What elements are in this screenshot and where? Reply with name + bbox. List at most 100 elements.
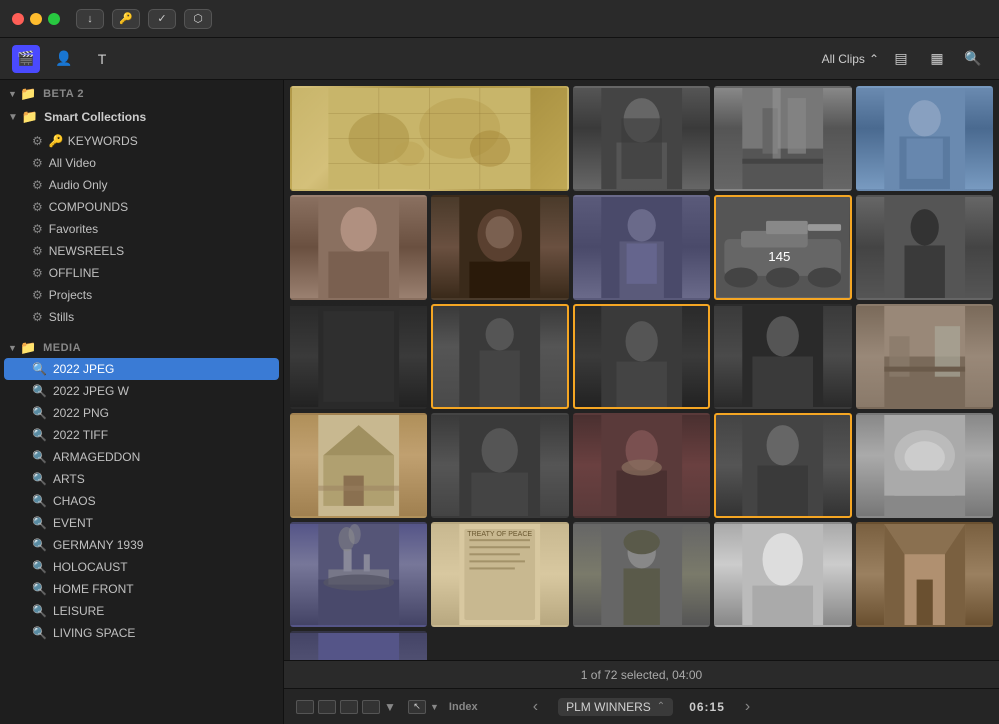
import-button[interactable]: ↓ (76, 9, 104, 29)
chaos-label: CHAOS (53, 494, 96, 508)
sidebar-item-stills[interactable]: ⚙ Stills (4, 306, 279, 328)
media-arrow-icon: ▼ (8, 343, 17, 353)
traffic-lights (12, 13, 60, 25)
thumbnail-building[interactable] (856, 413, 993, 518)
check-button[interactable]: ✓ (148, 9, 176, 29)
thumbnail-sea[interactable] (290, 631, 427, 660)
leisure-label: LEISURE (53, 604, 104, 618)
root-label: BETA 2 (43, 88, 84, 100)
sidebar-item-chaos[interactable]: 🔍 CHAOS (4, 490, 279, 512)
thumbnail-silhouette[interactable] (856, 195, 993, 300)
sidebar-item-all-video[interactable]: ⚙ All Video (4, 152, 279, 174)
nav-prev-button[interactable]: ‹ (529, 698, 542, 716)
close-button[interactable] (12, 13, 24, 25)
sidebar-item-living-space[interactable]: 🔍 LIVING SPACE (4, 622, 279, 644)
sidebar-item-armageddon[interactable]: 🔍 ARMAGEDDON (4, 446, 279, 468)
thumbnail-doc[interactable]: TREATY OF PEACE (431, 522, 568, 627)
film-icon[interactable]: 🎬 (12, 45, 40, 73)
all-video-label: All Video (49, 156, 96, 170)
search-icon: 🔍 (32, 516, 47, 530)
thumbnail-barn[interactable] (290, 413, 427, 518)
clip-selector-chevron: ⌃ (657, 701, 665, 712)
thumbnail-dark2[interactable] (573, 304, 710, 409)
sidebar-item-home-front[interactable]: 🔍 HOME FRONT (4, 578, 279, 600)
smart-collections-header[interactable]: ▼ 📁 Smart Collections (0, 104, 283, 130)
sidebar-item-keywords[interactable]: ⚙ 🔑 KEYWORDS (4, 130, 279, 152)
gear-icon: ⚙ (32, 288, 43, 302)
list-view-icon[interactable]: ▤ (887, 45, 915, 73)
toolbar-right: All Clips ⌃ ▤ ▦ 🔍 (822, 45, 987, 73)
audio-only-label: Audio Only (49, 178, 108, 192)
2022-jpeg-w-label: 2022 JPEG W (53, 384, 129, 398)
chevron-icon: ⌃ (869, 52, 879, 66)
key-button[interactable]: 🔑 (112, 9, 140, 29)
gear-icon: ⚙ (32, 310, 43, 324)
thumbnail-officer-blue[interactable] (856, 86, 993, 191)
sidebar-item-audio-only[interactable]: ⚙ Audio Only (4, 174, 279, 196)
thumbnail-tank[interactable]: 145 (714, 195, 851, 300)
view-btn-3[interactable] (340, 700, 358, 714)
beta2-section[interactable]: ▼ 📁 BETA 2 (0, 80, 283, 104)
share-button[interactable]: ⬡ (184, 9, 212, 29)
thumbnail-portrait2[interactable] (290, 195, 427, 300)
thumbnail-tudor[interactable] (573, 413, 710, 518)
content-area: 145 (284, 80, 999, 724)
dropdown-btn[interactable]: ▼ (384, 700, 398, 714)
thumbnail-portrait1[interactable] (573, 86, 710, 191)
sidebar-item-arts[interactable]: 🔍 ARTS (4, 468, 279, 490)
person-icon[interactable]: 👤 (50, 45, 78, 73)
search-icon[interactable]: 🔍 (959, 45, 987, 73)
sidebar-item-holocaust[interactable]: 🔍 HOLOCAUST (4, 556, 279, 578)
toolbar: 🎬 👤 T All Clips ⌃ ▤ ▦ 🔍 (0, 38, 999, 80)
view-btn-2[interactable] (318, 700, 336, 714)
thumbnail-officer3[interactable] (431, 304, 568, 409)
sidebar-item-2022-png[interactable]: 🔍 2022 PNG (4, 402, 279, 424)
germany-1939-label: GERMANY 1939 (53, 538, 144, 552)
filmstrip-view-icon[interactable]: ▦ (923, 45, 951, 73)
sidebar-item-favorites[interactable]: ⚙ Favorites (4, 218, 279, 240)
fullscreen-button[interactable] (48, 13, 60, 25)
view-btn-4[interactable] (362, 700, 380, 714)
sidebar-item-projects[interactable]: ⚙ Projects (4, 284, 279, 306)
thumbnail-map[interactable] (290, 86, 569, 191)
sidebar-item-event[interactable]: 🔍 EVENT (4, 512, 279, 534)
search-icon: 🔍 (32, 494, 47, 508)
sidebar-item-offline[interactable]: ⚙ OFFLINE (4, 262, 279, 284)
minimize-button[interactable] (30, 13, 42, 25)
folder-icon: 📁 (20, 86, 37, 102)
sidebar-item-compounds[interactable]: ⚙ COMPOUNDS (4, 196, 279, 218)
thumbnail-ruins2[interactable] (856, 304, 993, 409)
thumbnail-ship[interactable] (290, 522, 427, 627)
living-space-label: LIVING SPACE (53, 626, 135, 640)
sidebar-item-leisure[interactable]: 🔍 LEISURE (4, 600, 279, 622)
thumbnail-portrait5[interactable] (714, 413, 851, 518)
thumbnail-portrait3[interactable] (431, 413, 568, 518)
thumbnail-painting[interactable] (431, 195, 568, 300)
thumbnail-portrait6[interactable] (714, 522, 851, 627)
thumbnail-soldier[interactable] (573, 522, 710, 627)
svg-text:TREATY OF PEACE: TREATY OF PEACE (468, 531, 533, 538)
sidebar-item-2022-tiff[interactable]: 🔍 2022 TIFF (4, 424, 279, 446)
search-icon: 🔍 (32, 604, 47, 618)
thumbnail-dark[interactable] (290, 304, 427, 409)
sidebar-item-2022-jpeg-w[interactable]: 🔍 2022 JPEG W (4, 380, 279, 402)
thumbnail-ruins[interactable] (714, 86, 851, 191)
titlebar: ↓ 🔑 ✓ ⬡ (0, 0, 999, 38)
media-section-header[interactable]: ▼ 📁 MEDIA (0, 334, 283, 358)
sidebar-item-germany-1939[interactable]: 🔍 GERMANY 1939 (4, 534, 279, 556)
thumbnail-portrait4[interactable] (714, 304, 851, 409)
search-icon: 🔍 (32, 560, 47, 574)
thumbnail-officer2[interactable] (573, 195, 710, 300)
sidebar-item-newsreels[interactable]: ⚙ NEWSREELS (4, 240, 279, 262)
media-label: MEDIA (43, 342, 81, 354)
all-clips-selector[interactable]: All Clips ⌃ (822, 52, 879, 66)
gear-icon: ⚙ (32, 156, 43, 170)
sidebar-item-2022-jpeg[interactable]: 🔍 2022 JPEG (4, 358, 279, 380)
thumbnail-room[interactable] (856, 522, 993, 627)
view-btn-1[interactable] (296, 700, 314, 714)
text-icon[interactable]: T (88, 45, 116, 73)
search-icon: 🔍 (32, 428, 47, 442)
nav-next-button[interactable]: › (741, 698, 754, 716)
gear-icon: ⚙ (32, 222, 43, 236)
clip-selector[interactable]: PLM WINNERS ⌃ (558, 698, 673, 716)
